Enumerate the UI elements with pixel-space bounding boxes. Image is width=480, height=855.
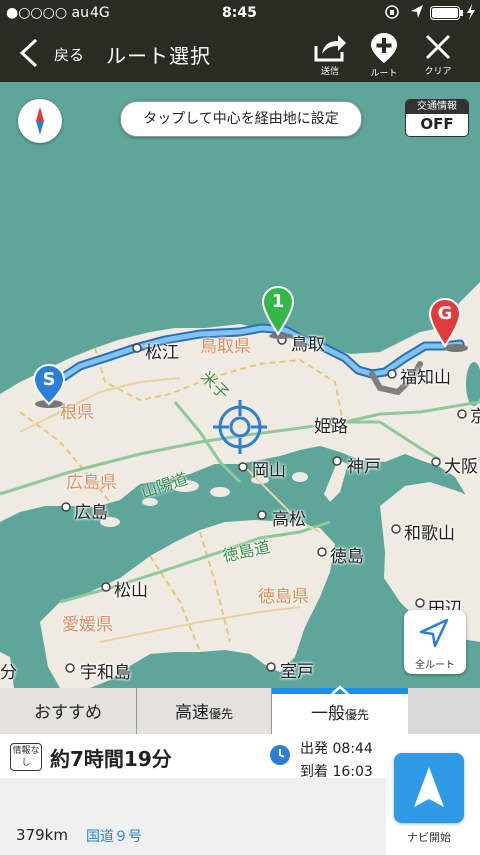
- tap-hint-bubble[interactable]: タップして中心を経由地に設定: [120, 101, 362, 137]
- city-label-himeji: 姫路: [314, 417, 348, 437]
- distance-value: 379km: [16, 826, 68, 844]
- location-icon: [410, 4, 424, 24]
- waypoint-marker-label: 1: [271, 291, 285, 312]
- chevron-left-icon: [19, 38, 38, 68]
- tab-highway-suffix: 優先: [208, 707, 233, 721]
- carrier-signal: ●○○○○ au: [6, 5, 89, 21]
- share-label: 送信: [320, 67, 339, 77]
- city-label-kobe: 神戸: [347, 457, 381, 477]
- compass-button[interactable]: [18, 99, 62, 143]
- tab-highway[interactable]: 高速優先: [137, 688, 272, 734]
- start-marker-label: S: [42, 369, 56, 390]
- tab-general[interactable]: 一般優先: [272, 685, 408, 734]
- main-road-link[interactable]: 国道９号: [86, 826, 142, 846]
- pref-label-hiroshima: 広島県: [66, 473, 117, 493]
- add-route-button[interactable]: ルート: [358, 32, 410, 80]
- tab-general-label: 一般: [310, 704, 345, 724]
- share-button[interactable]: 送信: [304, 32, 356, 80]
- all-route-label: 全ルート: [415, 660, 455, 671]
- start-marker[interactable]: S: [32, 363, 66, 408]
- compass-icon: [36, 107, 44, 135]
- navigation-bar: 戻る ルート選択 送信 ルート クリア: [0, 26, 480, 82]
- share-icon: [314, 35, 346, 62]
- network-type: 4G: [90, 5, 110, 21]
- all-route-button[interactable]: 全ルート: [404, 610, 466, 674]
- tab-general-suffix: 優先: [344, 708, 369, 722]
- city-label-okayama: 岡山: [252, 461, 286, 481]
- duration-value: 約7時間19分: [50, 747, 172, 771]
- orientation-lock-icon: [384, 4, 400, 24]
- map-view[interactable]: 松江 鳥取 福知山 姫路 岡山 神戸 大阪 広島 高松 和歌山 徳島 松山 宇和…: [0, 82, 480, 688]
- city-label-wakayama: 和歌山: [404, 524, 455, 544]
- tab-recommended[interactable]: おすすめ: [0, 688, 137, 734]
- chevron-up-icon: [331, 685, 349, 695]
- add-route-label: ルート: [370, 69, 398, 79]
- route-type-tabs: おすすめ 高速優先 一般優先: [0, 685, 480, 734]
- close-icon: [425, 34, 451, 60]
- city-label-tottori: 鳥取: [291, 335, 325, 355]
- pref-label-tokushima: 徳島県: [258, 587, 309, 607]
- clear-label: クリア: [424, 67, 452, 77]
- back-label: 戻る: [54, 46, 85, 64]
- pref-label-ehime: 愛媛県: [62, 615, 113, 635]
- city-label-muroto: 室戸: [280, 662, 314, 682]
- city-label-hiroshima: 広島: [74, 503, 108, 523]
- city-label-osaka: 大阪: [444, 457, 478, 477]
- add-waypoint-icon: [371, 33, 397, 63]
- traffic-info-value: OFF: [420, 115, 454, 133]
- goal-marker-label: G: [437, 303, 453, 324]
- tab-recommended-label: おすすめ: [34, 703, 102, 723]
- goal-marker[interactable]: G: [428, 297, 468, 352]
- edge-label-right: 京: [470, 407, 480, 427]
- navigation-arrow-icon: [419, 618, 449, 648]
- city-label-matsuyama: 松山: [114, 581, 148, 601]
- clock-time: 8:45: [222, 5, 257, 21]
- status-bar: ●○○○○ au 4G 8:45: [0, 0, 480, 26]
- city-label-fukuchiyama: 福知山: [400, 368, 451, 388]
- navi-start-button[interactable]: [394, 753, 464, 823]
- waypoint-marker[interactable]: 1: [261, 285, 295, 340]
- departure-time: 出発 08:44: [300, 741, 373, 757]
- navigation-arrow-icon: [414, 767, 444, 807]
- back-button[interactable]: 戻る: [16, 36, 96, 72]
- charging-icon: [466, 4, 476, 24]
- city-label-matsue: 松江: [145, 343, 179, 363]
- city-label-uwajima: 宇和島: [80, 663, 131, 683]
- traffic-info-title: 交通情報: [406, 100, 468, 114]
- traffic-info-toggle[interactable]: 交通情報 OFF: [405, 99, 469, 137]
- clock-icon: [270, 745, 290, 765]
- tab-highway-label: 高速: [174, 703, 209, 723]
- route-info-panel: 情報なし 約7時間19分 出発 08:44 到着 16:03 379km 国道９…: [0, 734, 480, 855]
- edge-label-left: 分: [0, 663, 17, 683]
- arrival-time: 到着 16:03: [300, 764, 373, 780]
- battery-icon: [430, 6, 464, 24]
- page-title: ルート選択: [106, 44, 211, 68]
- pref-label-tottori: 鳥取県: [200, 337, 251, 357]
- city-label-tokushima: 徳島: [330, 547, 364, 567]
- clear-button[interactable]: クリア: [412, 32, 464, 80]
- city-label-takamatsu: 高松: [272, 510, 306, 530]
- navi-start-label: ナビ開始: [407, 831, 451, 844]
- info-unavailable-badge: 情報なし: [10, 743, 42, 771]
